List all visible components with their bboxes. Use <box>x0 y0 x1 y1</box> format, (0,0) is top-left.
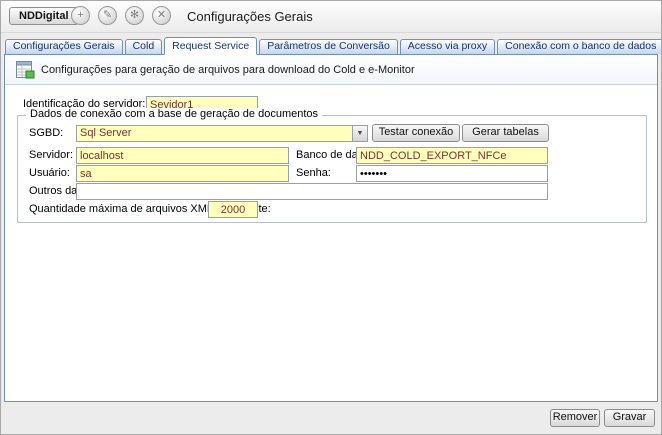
generate-tables-button[interactable]: Gerar tabelas <box>462 124 549 142</box>
save-button[interactable]: Gravar <box>604 409 655 427</box>
content-panel: Configurações para geração de arquivos p… <box>4 54 658 402</box>
edit-icon[interactable]: ✎ <box>98 6 117 25</box>
nddigital-logo: NDDigital <box>9 7 79 25</box>
sgbd-dropdown-value: Sql Server <box>80 127 131 139</box>
password-input[interactable] <box>356 165 548 182</box>
user-input[interactable] <box>76 165 289 182</box>
chevron-down-icon[interactable]: ▼ <box>352 126 367 141</box>
tab-parametros-de-conversao[interactable]: Parâmetros de Conversão <box>259 39 398 54</box>
toolbar: + ✎ ✻ ✕ <box>71 6 171 25</box>
add-icon[interactable]: + <box>71 6 90 25</box>
tab-cold[interactable]: Cold <box>125 39 163 54</box>
server-input[interactable] <box>76 147 289 164</box>
title-bar: NDDigital + ✎ ✻ ✕ Configurações Gerais <box>1 1 661 33</box>
max-xml-input[interactable] <box>208 201 258 218</box>
tab-strip: Configurações Gerais Cold Request Servic… <box>5 37 661 55</box>
connection-group-title: Dados de conexão com a base de geração d… <box>26 108 322 120</box>
page-title: Configurações Gerais <box>187 9 313 24</box>
user-label: Usuário: <box>29 165 70 182</box>
tab-conexao-banco-dados[interactable]: Conexão com o banco de dados <box>497 39 661 54</box>
panel-header: Configurações para geração de arquivos p… <box>5 55 657 85</box>
password-label: Senha: <box>296 165 331 182</box>
sgbd-label: SGBD: <box>29 125 63 142</box>
tab-request-service[interactable]: Request Service <box>164 37 257 55</box>
app-window: NDDigital + ✎ ✻ ✕ Configurações Gerais C… <box>0 0 662 435</box>
sgbd-dropdown[interactable]: Sql Server ▼ <box>76 125 368 142</box>
settings-icon[interactable]: ✻ <box>125 6 144 25</box>
close-icon[interactable]: ✕ <box>152 6 171 25</box>
grid-report-icon <box>15 60 35 80</box>
panel-description: Configurações para geração de arquivos p… <box>41 64 415 76</box>
tab-acesso-via-proxy[interactable]: Acesso via proxy <box>400 39 495 54</box>
test-connection-button[interactable]: Testar conexão <box>372 124 460 142</box>
database-input[interactable] <box>356 147 548 164</box>
remove-button[interactable]: Remover <box>550 409 600 427</box>
other-data-input[interactable] <box>76 183 548 200</box>
tab-configuracoes-gerais[interactable]: Configurações Gerais <box>5 39 123 54</box>
server-label: Servidor: <box>29 147 73 164</box>
